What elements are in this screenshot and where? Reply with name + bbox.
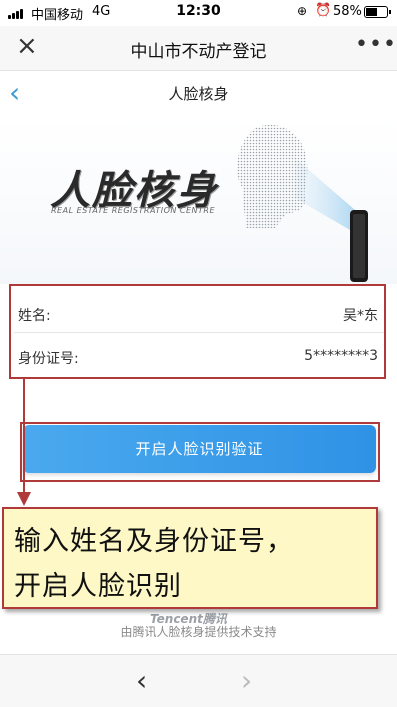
more-options-icon[interactable]: ••• xyxy=(355,32,397,57)
button-highlight-frame xyxy=(20,422,380,482)
powered-by-text: 由腾讯人脸核身提供技术支持 xyxy=(120,625,277,639)
nav-forward-icon[interactable]: › xyxy=(241,664,252,697)
callout-line-1: 输入姓名及身份证号， xyxy=(14,526,294,557)
form-highlight-frame xyxy=(9,284,386,379)
callout-line-2: 开启人脸识别 xyxy=(14,571,182,602)
annotation-arrow xyxy=(23,379,25,494)
app-title: 中山市不动产登记 xyxy=(130,42,267,62)
status-bar: 中国移动 4G 12:30 ⊕ ⏰ 58% xyxy=(0,0,397,26)
instruction-callout: 输入姓名及身份证号， 开启人脸识别 xyxy=(2,507,378,609)
battery-icon xyxy=(364,6,391,18)
orientation-lock-icon: ⊕ xyxy=(297,4,308,18)
page-title: 人脸核身 xyxy=(168,85,229,103)
battery-percent: 58% xyxy=(333,4,362,19)
nav-back-icon[interactable]: ‹ xyxy=(136,664,147,697)
page-header: ‹ 人脸核身 xyxy=(0,71,397,115)
title-bar: × 中山市不动产登记 ••• xyxy=(0,26,397,71)
banner-subheading: REAL ESTATE REGISTRATION CENTRE xyxy=(51,206,216,215)
face-scan-illustration xyxy=(237,124,368,282)
face-verify-banner: 人脸核身 REAL ESTATE REGISTRATION CENTRE xyxy=(0,118,397,288)
alarm-icon: ⏰ xyxy=(315,3,332,18)
browser-bottom-nav: ‹ › xyxy=(0,654,397,707)
annotation-arrow-head xyxy=(17,492,31,506)
